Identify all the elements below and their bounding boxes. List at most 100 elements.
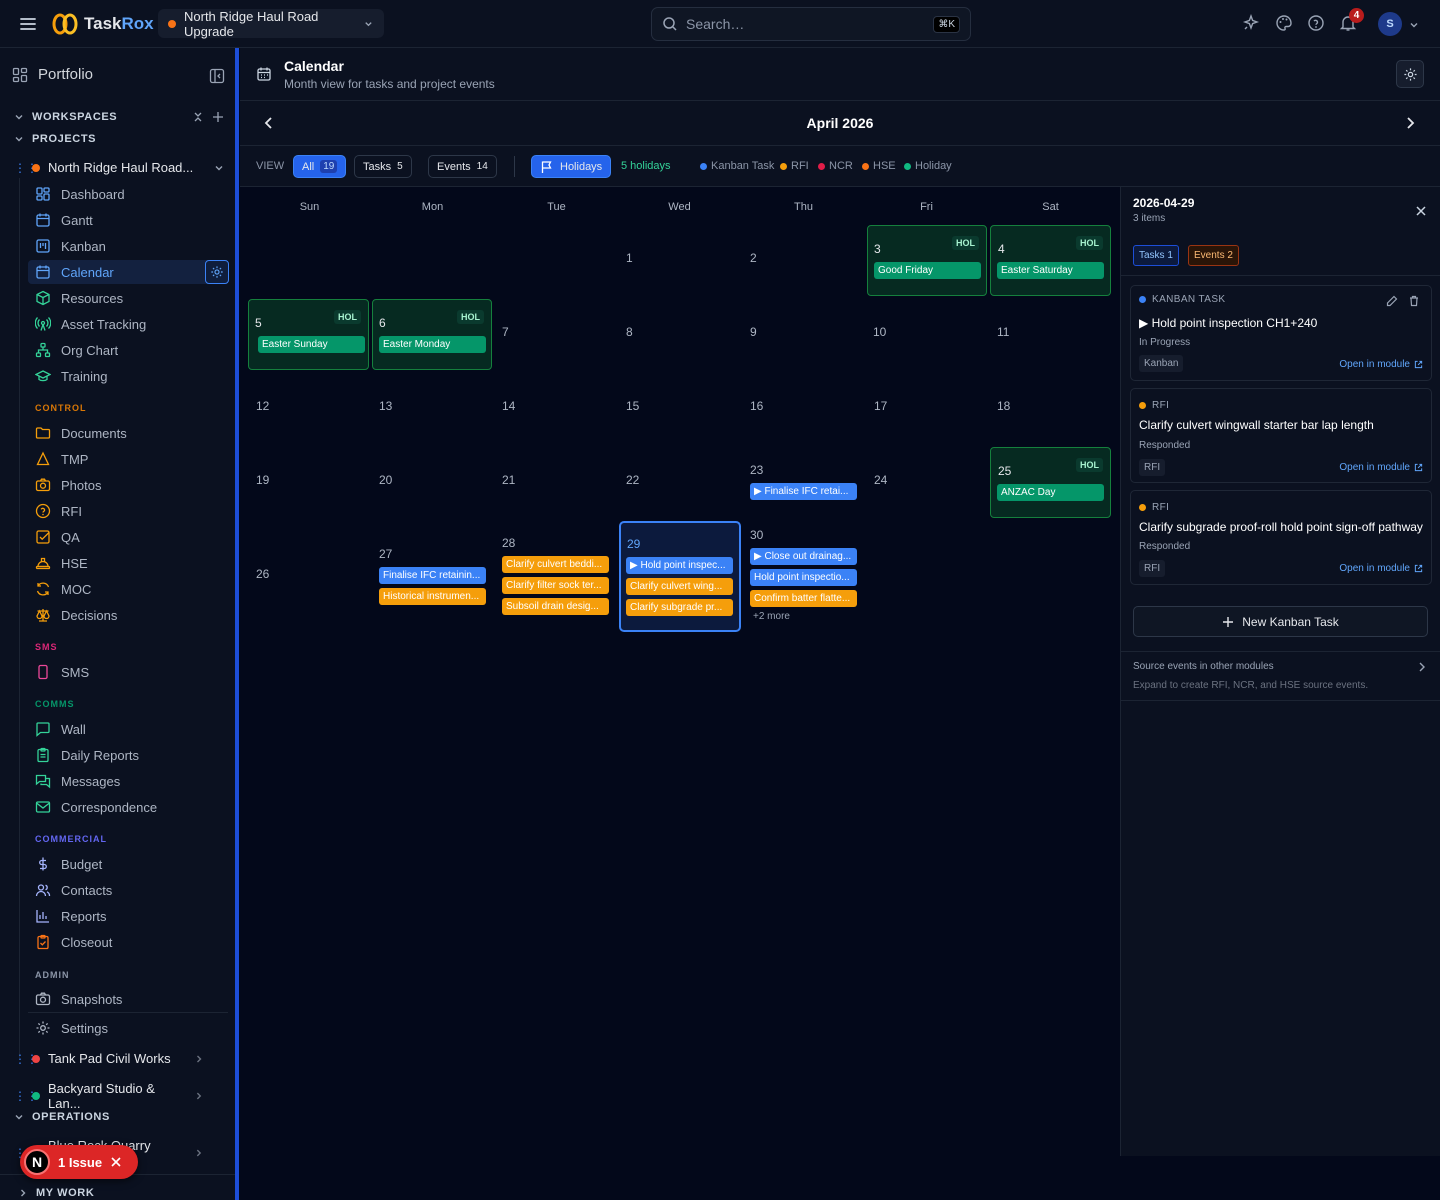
sidebar-item-training[interactable]: Training xyxy=(28,364,228,388)
calendar-event[interactable]: Good Friday xyxy=(874,262,981,279)
pencil-icon[interactable] xyxy=(1386,295,1398,307)
day-cell[interactable]: 22 xyxy=(618,447,741,521)
day-cell[interactable]: 13 xyxy=(371,373,494,447)
day-cell[interactable]: 17 xyxy=(865,373,988,447)
open-in-module-link[interactable]: Open in module xyxy=(1339,462,1423,473)
project-north-ridge[interactable]: ⋮⋮ North Ridge Haul Road... xyxy=(14,160,224,175)
sidebar-resize-handle[interactable] xyxy=(235,48,239,1200)
day-cell[interactable]: 23 ▶ Finalise IFC retai... xyxy=(742,447,865,521)
sidebar-item-gantt[interactable]: Gantt xyxy=(28,208,228,232)
day-cell[interactable]: 16 xyxy=(742,373,865,447)
day-cell[interactable]: 12 xyxy=(248,373,371,447)
palette-icon[interactable] xyxy=(1275,14,1293,32)
more-events-link[interactable]: +2 more xyxy=(753,611,790,622)
trash-icon[interactable] xyxy=(1408,295,1420,307)
calendar-event[interactable]: Easter Monday xyxy=(379,336,486,353)
issues-toast[interactable]: N 1 Issue xyxy=(20,1145,138,1179)
day-cell[interactable]: 10 xyxy=(865,299,988,373)
sidebar-item-calendar[interactable]: Calendar xyxy=(28,260,228,284)
filter-events[interactable]: Events 14 xyxy=(428,155,497,178)
drag-handle-icon[interactable]: ⋮⋮ xyxy=(14,161,38,175)
sidebar-item-decisions[interactable]: Decisions xyxy=(28,603,228,627)
event-card[interactable]: RFI Clarify culvert wingwall starter bar… xyxy=(1130,388,1432,483)
filter-tasks[interactable]: Tasks 5 xyxy=(354,155,412,178)
day-cell[interactable]: 11 xyxy=(989,299,1112,373)
day-cell-selected[interactable]: 29 ▶ Hold point inspec... Clarify culver… xyxy=(619,521,741,632)
menu-icon[interactable] xyxy=(18,14,38,34)
project-backyard-studio[interactable]: ⋮⋮ Backyard Studio & Lan... xyxy=(14,1081,224,1111)
calendar-event[interactable]: Finalise IFC retainin... xyxy=(379,567,486,584)
collapse-all-icon[interactable] xyxy=(192,111,204,123)
day-cell-holiday[interactable]: 6 HOL Easter Monday xyxy=(372,299,492,370)
filter-all[interactable]: All 19 xyxy=(293,155,347,178)
sparkle-icon[interactable] xyxy=(1242,14,1260,32)
close-icon[interactable] xyxy=(110,1156,122,1168)
calendar-settings-button[interactable] xyxy=(1396,60,1424,88)
day-cell-holiday[interactable]: 4 HOL Easter Saturday xyxy=(990,225,1111,296)
holidays-toggle[interactable]: Holidays xyxy=(531,155,612,178)
sidebar-item-photos[interactable]: Photos xyxy=(28,473,228,497)
projects-section[interactable]: PROJECTS xyxy=(14,133,96,145)
day-cell[interactable]: 19 xyxy=(248,447,371,521)
new-kanban-task-button[interactable]: New Kanban Task xyxy=(1133,606,1428,637)
sidebar-item-daily-reports[interactable]: Daily Reports xyxy=(28,743,228,767)
close-icon[interactable] xyxy=(1415,205,1427,217)
tab-tasks[interactable]: Tasks 1 xyxy=(1133,245,1179,266)
day-cell[interactable]: 15 xyxy=(618,373,741,447)
day-cell[interactable]: 7 xyxy=(495,299,618,373)
day-cell[interactable]: 2 xyxy=(742,225,865,299)
calendar-event[interactable]: ▶ Hold point inspec... xyxy=(626,557,733,574)
calendar-event[interactable]: Confirm batter flatte... xyxy=(750,590,857,607)
source-events-title[interactable]: Source events in other modules xyxy=(1133,661,1274,672)
sidebar-item-dashboard[interactable]: Dashboard xyxy=(28,182,228,206)
calendar-event[interactable]: ▶ Finalise IFC retai... xyxy=(750,483,857,500)
sidebar-item-wall[interactable]: Wall xyxy=(28,717,228,741)
open-in-module-link[interactable]: Open in module xyxy=(1339,563,1423,574)
sidebar-item-settings[interactable]: Settings xyxy=(28,1016,228,1040)
sidebar-item-closeout[interactable]: Closeout xyxy=(28,930,228,954)
workspaces-section[interactable]: WORKSPACES xyxy=(14,111,117,123)
tab-events[interactable]: Events 2 xyxy=(1188,245,1239,266)
operations-section[interactable]: OPERATIONS xyxy=(14,1111,110,1123)
sidebar-item-tmp[interactable]: TMP xyxy=(28,447,228,471)
day-cell[interactable]: 18 xyxy=(989,373,1112,447)
collapse-sidebar-icon[interactable] xyxy=(209,68,225,84)
sidebar-item-hse[interactable]: HSE xyxy=(28,551,228,575)
open-in-module-link[interactable]: Open in module xyxy=(1339,359,1423,370)
day-cell[interactable]: 1 xyxy=(618,225,741,299)
sidebar-item-messages[interactable]: Messages xyxy=(28,769,228,793)
calendar-event[interactable]: Hold point inspectio... xyxy=(750,569,857,586)
help-icon[interactable] xyxy=(1307,14,1325,32)
portfolio-link[interactable]: Portfolio xyxy=(12,66,93,83)
calendar-event[interactable]: ▶ Close out drainag... xyxy=(750,548,857,565)
calendar-event[interactable]: Clarify culvert wing... xyxy=(626,578,733,595)
sidebar-item-sms[interactable]: SMS xyxy=(28,660,228,684)
day-cell[interactable]: 21 xyxy=(495,447,618,521)
day-cell[interactable]: 9 xyxy=(742,299,865,373)
day-cell[interactable]: 20 xyxy=(371,447,494,521)
calendar-event[interactable]: Historical instrumen... xyxy=(379,588,486,605)
event-card[interactable]: KANBAN TASK ▶ Hold point inspection CH1+… xyxy=(1130,285,1432,381)
sidebar-item-org-chart[interactable]: Org Chart xyxy=(28,338,228,362)
sidebar-item-asset-tracking[interactable]: Asset Tracking xyxy=(28,312,228,336)
calendar-event[interactable]: Easter Saturday xyxy=(997,262,1104,279)
day-cell[interactable]: 8 xyxy=(618,299,741,373)
sidebar-item-documents[interactable]: Documents xyxy=(28,421,228,445)
calendar-event[interactable]: Easter Sunday xyxy=(258,336,365,353)
sidebar-item-snapshots[interactable]: Snapshots xyxy=(28,987,228,1011)
sidebar-item-qa[interactable]: QA xyxy=(28,525,228,549)
day-cell[interactable]: 14 xyxy=(495,373,618,447)
day-cell[interactable]: 30 ▶ Close out drainag... Hold point ins… xyxy=(742,521,865,631)
calendar-event[interactable]: ANZAC Day xyxy=(997,484,1104,501)
chevron-down-icon[interactable] xyxy=(1408,19,1420,31)
day-cell[interactable]: 28 Clarify culvert beddi... Clarify filt… xyxy=(495,521,618,631)
event-card[interactable]: RFI Clarify subgrade proof-roll hold poi… xyxy=(1130,490,1432,585)
project-selector[interactable]: North Ridge Haul Road Upgrade xyxy=(158,9,384,39)
calendar-settings-button[interactable] xyxy=(205,260,229,284)
sidebar-item-kanban[interactable]: Kanban xyxy=(28,234,228,258)
my-work-section[interactable]: MY WORK xyxy=(18,1187,94,1199)
calendar-event[interactable]: Clarify culvert beddi... xyxy=(502,556,609,573)
search-box[interactable]: Search… ⌘K xyxy=(651,7,971,41)
sidebar-item-reports[interactable]: Reports xyxy=(28,904,228,928)
sidebar-item-rfi[interactable]: RFI xyxy=(28,499,228,523)
